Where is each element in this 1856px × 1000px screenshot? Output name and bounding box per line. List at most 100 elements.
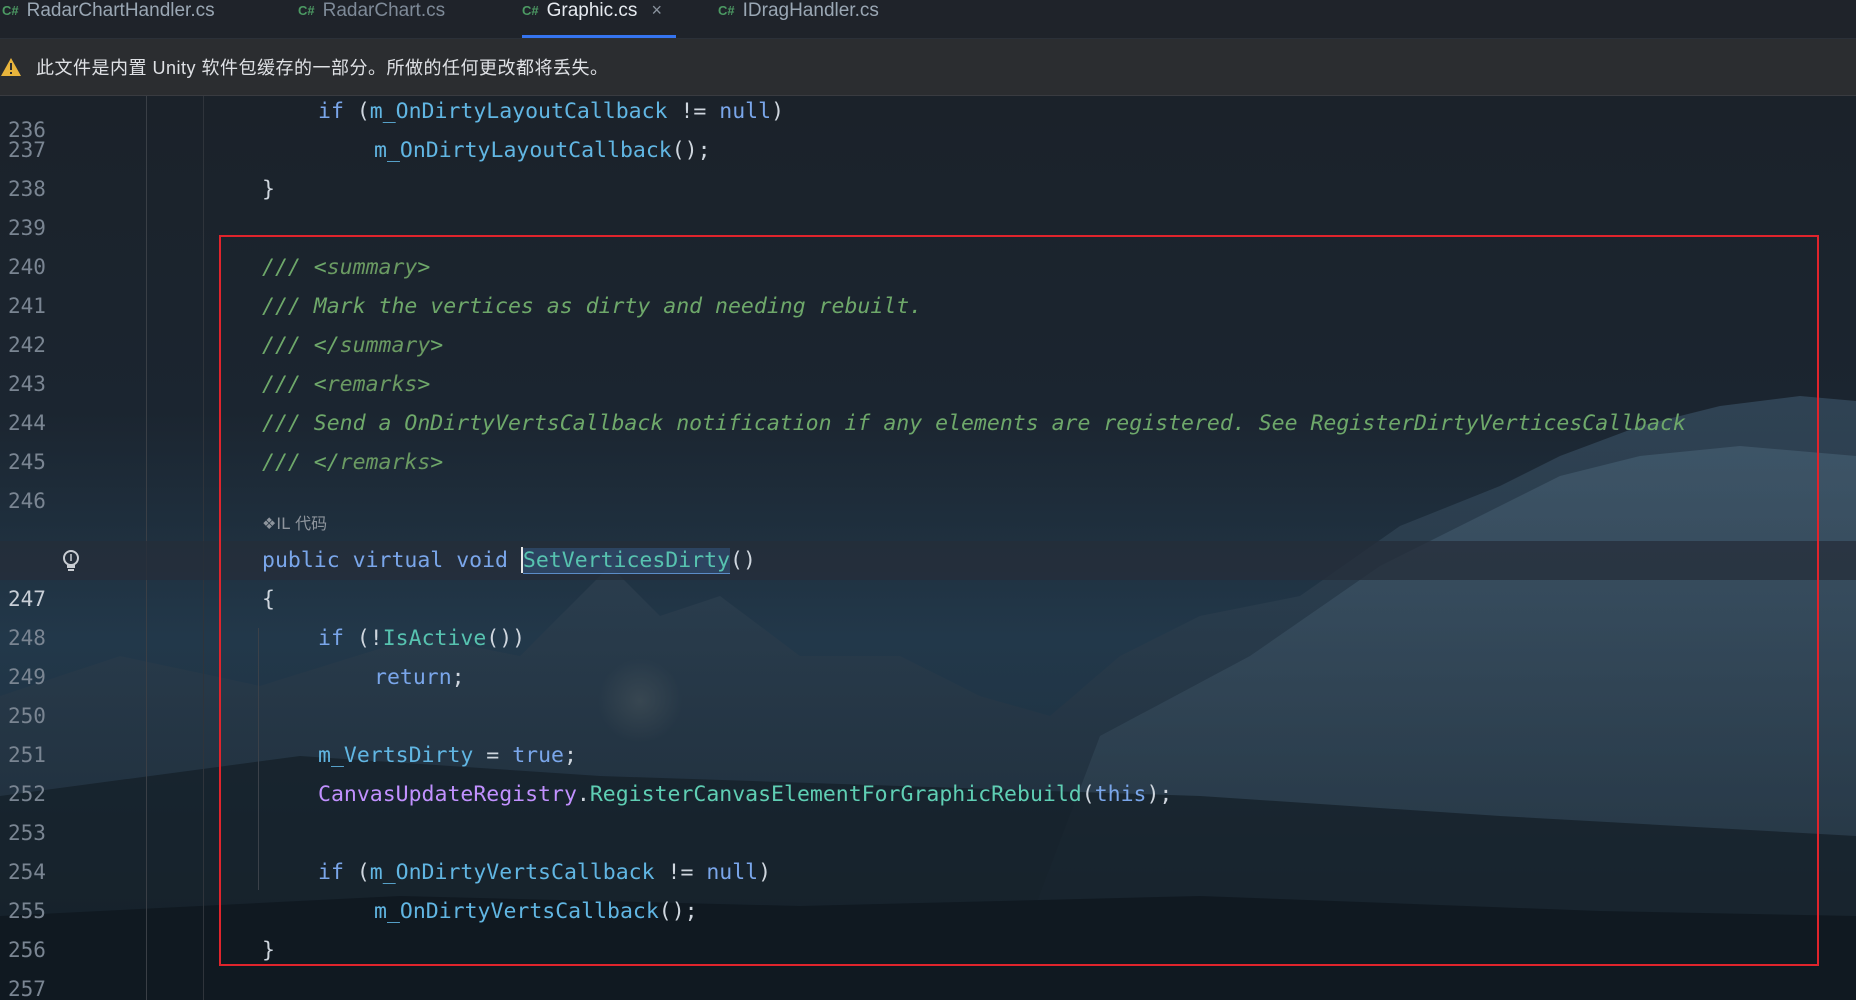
field-token: m_OnDirtyLayoutCallback bbox=[374, 138, 672, 163]
code-line[interactable]: 243 /// </summary> bbox=[0, 326, 1856, 396]
doc-comment: /// Mark the vertices as dirty and needi… bbox=[262, 294, 923, 319]
punctuation-token: ; bbox=[563, 743, 577, 768]
code-line[interactable]: 248 { bbox=[0, 580, 1856, 650]
tab-label: IDragHandler.cs bbox=[742, 0, 879, 21]
doc-tag-name: remarks bbox=[326, 372, 418, 397]
doc-tag-bracket: </ bbox=[313, 450, 340, 475]
warning-icon bbox=[1, 58, 21, 76]
csharp-file-icon: C# bbox=[718, 3, 735, 18]
code-line[interactable]: 257 } bbox=[0, 931, 1856, 1000]
punctuation-token: ) bbox=[771, 99, 785, 124]
punctuation-token: () bbox=[730, 548, 756, 573]
code-content: CanvasUpdateRegistry.RegisterCanvasEleme… bbox=[318, 775, 1172, 814]
code-line[interactable]: 255 if (m_OnDirtyVertsCallback != null) bbox=[0, 853, 1856, 923]
comment-slashes: /// bbox=[262, 255, 314, 280]
doc-tag-bracket: </ bbox=[313, 333, 340, 358]
il-code-inlay-hint[interactable]: ❖IL 代码 bbox=[262, 510, 327, 534]
code-line[interactable]: 240 bbox=[0, 209, 1856, 279]
comment-slashes: /// bbox=[262, 450, 314, 475]
keyword-token: public bbox=[262, 548, 340, 573]
code-content: m_VertsDirty = true; bbox=[318, 736, 577, 775]
method-name-token[interactable]: SetVerticesDirty bbox=[522, 548, 731, 574]
keyword-token: virtual bbox=[352, 548, 444, 573]
field-token: m_VertsDirty bbox=[318, 743, 474, 768]
editor-tab-bar: C# RadarChartHandler.cs C# RadarChart.cs… bbox=[0, 0, 1856, 39]
class-token: CanvasUpdateRegistry bbox=[318, 782, 577, 807]
doc-tag-bracket: > bbox=[430, 450, 444, 475]
code-content: if (m_OnDirtyLayoutCallback != null) bbox=[318, 96, 784, 131]
code-line[interactable]: 246 /// </remarks> bbox=[0, 443, 1856, 513]
doc-tag-bracket: < bbox=[313, 255, 327, 280]
doc-comment: /// <summary> bbox=[262, 248, 430, 287]
tab-idraghandler[interactable]: C# IDragHandler.cs bbox=[718, 0, 879, 38]
code-line[interactable]: 258 bbox=[0, 970, 1856, 1000]
punctuation-token: ( bbox=[343, 99, 370, 124]
keyword-token: null bbox=[706, 860, 759, 885]
doc-tag-name: summary bbox=[339, 333, 431, 358]
operator-token: != bbox=[654, 860, 707, 885]
code-content: public virtual void SetVerticesDirty() bbox=[262, 541, 756, 580]
code-line[interactable]: 237 if (m_OnDirtyLayoutCallback != null) bbox=[0, 96, 1856, 162]
method-call-token: IsActive bbox=[382, 626, 487, 651]
keyword-token: true bbox=[512, 743, 564, 768]
code-content: m_OnDirtyVertsCallback(); bbox=[374, 892, 698, 931]
tab-radarcharthandler[interactable]: C# RadarChartHandler.cs bbox=[2, 0, 215, 38]
code-line[interactable]: 241 /// <summary> bbox=[0, 248, 1856, 318]
punctuation-token: ()) bbox=[486, 626, 526, 651]
tab-label: RadarChartHandler.cs bbox=[26, 0, 215, 21]
doc-tag-bracket: < bbox=[313, 372, 327, 397]
operator-token: = bbox=[473, 743, 513, 768]
doc-tag-bracket: > bbox=[417, 255, 431, 280]
code-content: m_OnDirtyLayoutCallback(); bbox=[374, 131, 711, 170]
code-line[interactable]: 254 bbox=[0, 814, 1856, 884]
code-content: return; bbox=[374, 658, 465, 697]
punctuation-token: (); bbox=[671, 138, 711, 163]
punctuation-token: ; bbox=[451, 665, 465, 690]
code-line[interactable]: 249 if (!IsActive()) bbox=[0, 619, 1856, 689]
banner-message: 此文件是内置 Unity 软件包缓存的一部分。所做的任何更改都将丢失。 bbox=[36, 58, 609, 78]
code-line[interactable]: 238 m_OnDirtyLayoutCallback(); bbox=[0, 131, 1856, 201]
code-content: if (m_OnDirtyVertsCallback != null) bbox=[318, 853, 771, 892]
doc-comment: /// <remarks> bbox=[262, 365, 430, 404]
code-line[interactable]: 242 /// Mark the vertices as dirty and n… bbox=[0, 287, 1856, 357]
opening-brace: { bbox=[262, 587, 275, 612]
punctuation-token: ); bbox=[1146, 782, 1173, 807]
field-token: m_OnDirtyVertsCallback bbox=[374, 899, 659, 924]
tab-radarchart[interactable]: C# RadarChart.cs bbox=[298, 0, 445, 38]
csharp-file-icon: C# bbox=[522, 3, 539, 18]
keyword-token: if bbox=[318, 626, 344, 651]
comment-slashes: /// bbox=[262, 333, 314, 358]
code-line[interactable]: 239 } bbox=[0, 170, 1856, 240]
operator-token: != bbox=[667, 99, 720, 124]
punctuation-token: ) bbox=[758, 860, 772, 885]
doc-comment: /// </summary> bbox=[262, 326, 443, 365]
closing-brace: } bbox=[262, 177, 275, 202]
tab-graphic[interactable]: C# Graphic.cs × bbox=[522, 0, 676, 38]
indent-guide bbox=[258, 628, 259, 890]
code-line[interactable]: 245 /// Send a OnDirtyVertsCallback noti… bbox=[0, 404, 1856, 474]
readonly-warning-banner: 此文件是内置 Unity 软件包缓存的一部分。所做的任何更改都将丢失。 bbox=[0, 39, 1856, 96]
punctuation-token: (! bbox=[343, 626, 383, 651]
code-line[interactable]: 253 CanvasUpdateRegistry.RegisterCanvasE… bbox=[0, 775, 1856, 845]
tab-label: Graphic.cs bbox=[546, 0, 638, 21]
code-editor[interactable]: 236 237 if (m_OnDirtyLayoutCallback != n… bbox=[0, 96, 1856, 1000]
punctuation-token: ( bbox=[343, 860, 370, 885]
doc-tag-bracket: > bbox=[417, 372, 431, 397]
method-call-token: RegisterCanvasElementForGraphicRebuild bbox=[589, 782, 1082, 807]
close-icon[interactable]: × bbox=[651, 0, 662, 21]
code-line[interactable]: 252 m_VertsDirty = true; bbox=[0, 736, 1856, 806]
lightbulb-icon[interactable] bbox=[60, 548, 82, 574]
csharp-file-icon: C# bbox=[298, 3, 315, 18]
keyword-token: if bbox=[318, 99, 344, 124]
line-number: 246 bbox=[8, 489, 46, 513]
code-line[interactable]: 251 bbox=[0, 697, 1856, 767]
code-line-current[interactable]: 247 public virtual void SetVerticesDirty… bbox=[0, 541, 1856, 611]
keyword-token: void bbox=[456, 548, 508, 573]
code-line[interactable]: 256 m_OnDirtyVertsCallback(); bbox=[0, 892, 1856, 962]
doc-tag-bracket: > bbox=[430, 333, 444, 358]
closing-brace: } bbox=[262, 938, 275, 963]
code-line[interactable]: 244 /// <remarks> bbox=[0, 365, 1856, 435]
code-content: if (!IsActive()) bbox=[318, 619, 525, 658]
keyword-token: return bbox=[374, 665, 452, 690]
code-line[interactable]: 250 return; bbox=[0, 658, 1856, 728]
